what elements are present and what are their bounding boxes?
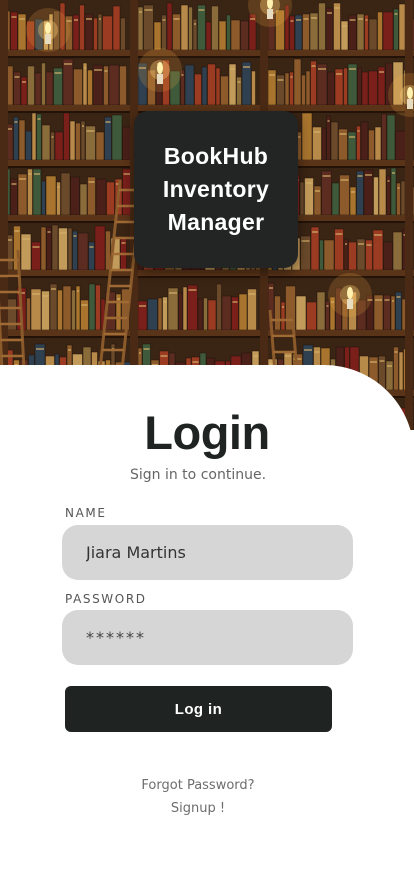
name-input[interactable] bbox=[62, 525, 353, 580]
app-title-line-2: Inventory bbox=[162, 176, 270, 202]
app-title-line-3: Manager bbox=[167, 209, 265, 235]
signup-link[interactable]: Signup ! bbox=[0, 801, 396, 816]
forgot-password-link[interactable]: Forgot Password? bbox=[0, 778, 396, 793]
login-button[interactable]: Log in bbox=[65, 686, 332, 732]
password-input[interactable] bbox=[62, 610, 353, 665]
login-heading: Login bbox=[144, 406, 270, 459]
password-label: PASSWORD bbox=[65, 592, 147, 606]
app-title-card: BookHub Inventory Manager bbox=[134, 111, 298, 268]
login-subtitle: Sign in to continue. bbox=[129, 467, 267, 483]
name-label: NAME bbox=[65, 506, 107, 520]
app-title-line-1: BookHub bbox=[163, 143, 269, 169]
app-title: BookHub Inventory Manager bbox=[163, 140, 269, 239]
login-screen: BookHub Inventory Manager Login Sign in … bbox=[0, 0, 414, 896]
